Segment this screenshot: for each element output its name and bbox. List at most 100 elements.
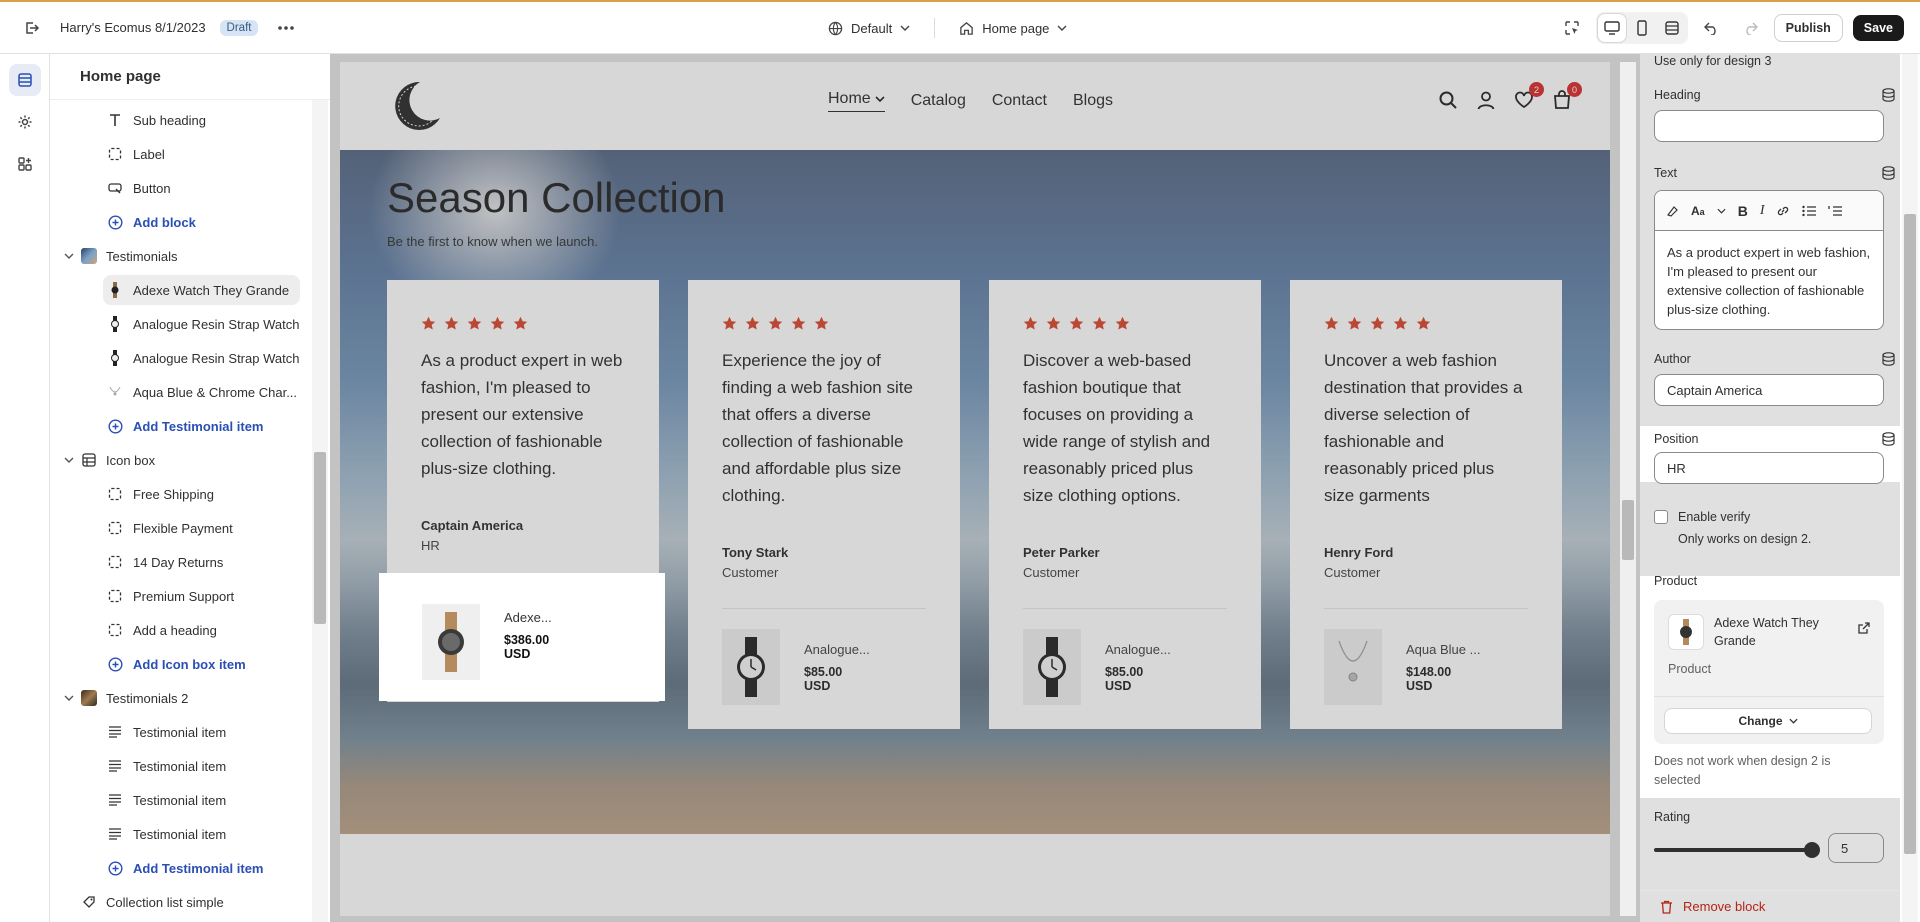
search-icon[interactable]: [1438, 90, 1460, 112]
text-editor-content[interactable]: As a product expert in web fashion, I'm …: [1655, 231, 1883, 329]
nav-catalog[interactable]: Catalog: [911, 90, 966, 112]
mobile-icon[interactable]: [1628, 14, 1656, 42]
rating-slider-handle[interactable]: [1804, 842, 1820, 858]
testimonial-product[interactable]: Analogue... $85.00 USD: [722, 609, 926, 729]
apps-icon[interactable]: [9, 148, 41, 180]
tree-item-testimonial[interactable]: Aqua Blue & Chrome Char...: [50, 377, 300, 407]
chevron-down-icon[interactable]: [1717, 208, 1726, 214]
chevron-down-icon[interactable]: [64, 457, 74, 463]
selected-block-highlight[interactable]: Adexe... $386.00 USD: [380, 574, 664, 700]
text-editor[interactable]: Aa B I As a product expert in web fashio…: [1654, 190, 1884, 330]
chevron-down-icon[interactable]: [64, 695, 74, 701]
add-icon-box-item-button[interactable]: Add Icon box item: [50, 649, 290, 679]
publish-button[interactable]: Publish: [1773, 14, 1843, 42]
product-price: $85.00: [804, 664, 843, 679]
change-product-button[interactable]: Change: [1664, 708, 1872, 734]
nav-home[interactable]: Home: [828, 90, 885, 112]
add-block-button[interactable]: Add block: [50, 207, 290, 237]
italic-icon[interactable]: I: [1760, 203, 1765, 219]
dynamic-source-icon[interactable]: [1882, 432, 1895, 446]
wishlist-icon[interactable]: 2: [1514, 82, 1544, 112]
author-input[interactable]: Captain America: [1654, 374, 1884, 406]
bold-icon[interactable]: B: [1738, 203, 1748, 219]
tree-item-testimonial-selected[interactable]: Adexe Watch They Grande: [103, 275, 300, 305]
nav-blogs[interactable]: Blogs: [1073, 90, 1113, 112]
rating-slider-track[interactable]: [1654, 848, 1810, 852]
tree-item-icon-box[interactable]: Add a heading: [50, 615, 290, 645]
store-logo[interactable]: [390, 76, 446, 136]
testimonial-author: Captain America: [421, 518, 524, 533]
status-badge: Draft: [219, 19, 259, 36]
testimonials-section[interactable]: Season Collection Be the first to know w…: [340, 150, 1610, 834]
canvas-scroll-thumb[interactable]: [1622, 500, 1634, 560]
add-testimonial-item-button[interactable]: Add Testimonial item: [50, 411, 300, 441]
page-selector[interactable]: Home page: [951, 15, 1075, 42]
tree-section-collection-list[interactable]: Collection list simple: [50, 887, 290, 917]
numbered-list-icon[interactable]: [1828, 205, 1843, 217]
dynamic-source-icon[interactable]: [1882, 352, 1895, 366]
remove-block-button[interactable]: Remove block: [1640, 890, 1900, 922]
inspector-icon[interactable]: [1558, 14, 1586, 42]
tree-section-testimonials[interactable]: Testimonials: [50, 241, 290, 271]
testimonial-author: Peter Parker: [1023, 545, 1100, 560]
nav-contact[interactable]: Contact: [992, 90, 1047, 112]
tree-item-label-block[interactable]: Label: [50, 139, 290, 169]
position-input[interactable]: HR: [1654, 452, 1884, 484]
save-button[interactable]: Save: [1852, 15, 1904, 41]
store-nav: Home Catalog Contact Blogs: [828, 90, 1113, 112]
tree-item-icon-box[interactable]: Flexible Payment: [50, 513, 290, 543]
link-icon[interactable]: [1776, 204, 1790, 218]
add-testimonial-item-button[interactable]: Add Testimonial item: [50, 853, 290, 883]
chevron-down-icon[interactable]: [64, 253, 74, 259]
canvas-scrollbar[interactable]: [1620, 62, 1636, 916]
redo-icon[interactable]: [1736, 14, 1764, 42]
bullet-list-icon[interactable]: [1802, 205, 1817, 217]
tree-section-testimonials-2[interactable]: Testimonials 2: [50, 683, 290, 713]
font-size-icon[interactable]: Aa: [1691, 204, 1705, 218]
testimonial-author: Tony Stark: [722, 545, 789, 560]
necklace-thumbnail-icon: [106, 383, 124, 401]
grid-icon: [80, 451, 98, 469]
product-picker[interactable]: Adexe Watch They Grande Product Change: [1654, 600, 1884, 744]
testimonial-card[interactable]: Uncover a web fashion destination that p…: [1290, 280, 1562, 729]
tree-item-testimonial[interactable]: Testimonial item: [50, 819, 290, 849]
star-icon: [1069, 316, 1084, 331]
cart-icon[interactable]: 0: [1552, 82, 1582, 112]
tree-section-icon-box[interactable]: Icon box: [50, 445, 290, 475]
fullscreen-icon[interactable]: [1658, 14, 1686, 42]
settings-scroll-thumb[interactable]: [1904, 214, 1916, 854]
trash-icon: [1660, 900, 1673, 914]
account-icon[interactable]: [1476, 90, 1498, 112]
testimonial-product[interactable]: Analogue... $85.00 USD: [1023, 609, 1227, 729]
nav-label: Home: [828, 90, 871, 107]
more-actions-icon[interactable]: [272, 14, 300, 42]
undo-icon[interactable]: [1698, 14, 1726, 42]
testimonial-card[interactable]: Discover a web-based fashion boutique th…: [989, 280, 1261, 729]
tree-item-testimonial[interactable]: Testimonial item: [50, 785, 290, 815]
tree-item-testimonial[interactable]: Testimonial item: [50, 717, 290, 747]
desktop-icon[interactable]: [1597, 14, 1626, 42]
external-link-icon[interactable]: [1858, 622, 1870, 634]
tree-item-icon-box[interactable]: Premium Support: [50, 581, 290, 611]
settings-gear-icon[interactable]: [9, 106, 41, 138]
clear-format-icon[interactable]: [1665, 204, 1679, 218]
tree-item-button[interactable]: Button: [50, 173, 290, 203]
dynamic-source-icon[interactable]: [1882, 88, 1895, 102]
sections-icon[interactable]: [9, 64, 41, 96]
theme-selector[interactable]: Default: [820, 15, 918, 42]
testimonial-card[interactable]: Experience the joy of finding a web fash…: [688, 280, 960, 729]
nav-label: Blogs: [1072, 92, 1114, 109]
rating-input[interactable]: 5: [1828, 833, 1884, 863]
tree-item-sub-heading[interactable]: Sub heading: [50, 105, 290, 135]
tree-item-icon-box[interactable]: 14 Day Returns: [50, 547, 290, 577]
testimonial-product[interactable]: Aqua Blue ... $148.00 USD: [1324, 609, 1528, 729]
sidebar-scroll-thumb[interactable]: [314, 452, 326, 624]
exit-icon[interactable]: [18, 14, 46, 42]
tree-item-testimonial[interactable]: Testimonial item: [50, 751, 290, 781]
tree-item-icon-box[interactable]: Free Shipping: [50, 479, 290, 509]
dynamic-source-icon[interactable]: [1882, 166, 1895, 180]
tree-item-testimonial[interactable]: Analogue Resin Strap Watch: [50, 343, 300, 373]
enable-verify-checkbox[interactable]: [1654, 510, 1668, 524]
heading-input[interactable]: [1654, 110, 1884, 142]
tree-item-testimonial[interactable]: Analogue Resin Strap Watch: [50, 309, 300, 339]
